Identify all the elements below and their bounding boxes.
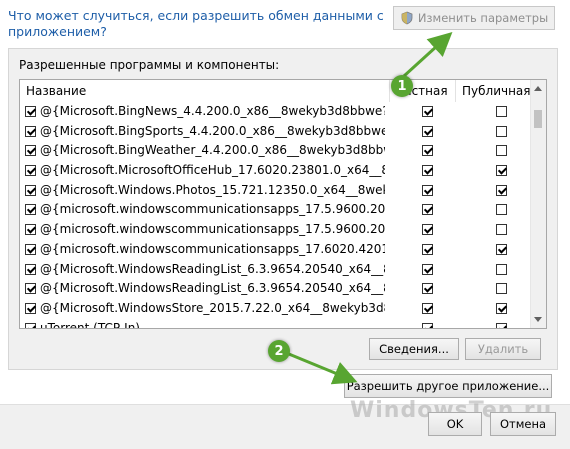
cancel-button[interactable]: Отмена <box>490 412 556 436</box>
list-item[interactable]: µTorrent (TCP-In) <box>20 319 532 329</box>
allow-another-app-button[interactable]: Разрешить другое приложение... <box>344 374 552 398</box>
app-name: @{Microsoft.WindowsStore_2015.7.22.0_x64… <box>40 300 385 315</box>
list-item[interactable]: @{microsoft.windowscommunicationsapps_17… <box>20 240 532 260</box>
step-badge-2: 2 <box>268 340 290 362</box>
enable-checkbox[interactable] <box>25 243 36 255</box>
public-checkbox[interactable] <box>496 243 507 255</box>
private-checkbox[interactable] <box>422 106 433 117</box>
public-checkbox[interactable] <box>496 106 507 117</box>
private-checkbox[interactable] <box>422 302 433 314</box>
allowed-apps-group: Разрешенные программы и компоненты: Назв… <box>8 48 558 370</box>
list-item[interactable]: @{Microsoft.BingWeather_4.4.200.0_x86__8… <box>20 141 532 161</box>
private-checkbox[interactable] <box>422 125 433 137</box>
enable-checkbox[interactable] <box>25 184 36 196</box>
app-name: @{microsoft.windowscommunicationsapps_17… <box>40 241 385 256</box>
app-name: @{Microsoft.BingSports_4.4.200.0_x86__8w… <box>40 123 385 138</box>
apps-rows: @{Microsoft.BingNews_4.4.200.0_x86__8wek… <box>20 102 532 329</box>
scroll-down-icon[interactable] <box>534 317 542 322</box>
app-name: @{Microsoft.WindowsReadingList_6.3.9654.… <box>40 261 385 276</box>
enable-checkbox[interactable] <box>25 125 36 137</box>
step-badge-1: 1 <box>391 75 413 97</box>
private-checkbox[interactable] <box>422 145 433 157</box>
private-checkbox[interactable] <box>422 184 433 196</box>
scroll-up-icon[interactable] <box>534 86 542 91</box>
app-name: @{microsoft.windowscommunicationsapps_17… <box>40 202 385 217</box>
public-checkbox[interactable] <box>496 145 507 157</box>
app-name: @{Microsoft.MicrosoftOfficeHub_17.6020.2… <box>40 163 385 178</box>
public-checkbox[interactable] <box>496 322 507 328</box>
shield-icon <box>401 11 413 25</box>
list-item[interactable]: @{Microsoft.BingSports_4.4.200.0_x86__8w… <box>20 122 532 142</box>
app-name: @{Microsoft.Windows.Photos_15.721.12350.… <box>40 182 385 197</box>
app-name: @{microsoft.windowscommunicationsapps_17… <box>40 222 385 237</box>
enable-checkbox[interactable] <box>25 165 36 177</box>
public-checkbox[interactable] <box>496 224 507 236</box>
enable-checkbox[interactable] <box>25 145 36 157</box>
column-header-public[interactable]: Публичная <box>456 80 532 102</box>
question-link[interactable]: Что может случиться, если разрешить обме… <box>8 8 388 40</box>
enable-checkbox[interactable] <box>25 322 36 328</box>
scroll-thumb[interactable] <box>534 110 542 128</box>
private-checkbox[interactable] <box>422 322 433 328</box>
list-item[interactable]: @{microsoft.windowscommunicationsapps_17… <box>20 200 532 220</box>
list-item[interactable]: @{Microsoft.BingNews_4.4.200.0_x86__8wek… <box>20 102 532 122</box>
private-checkbox[interactable] <box>422 243 433 255</box>
list-item[interactable]: @{Microsoft.WindowsReadingList_6.3.9654.… <box>20 279 532 299</box>
enable-checkbox[interactable] <box>25 106 36 117</box>
details-button[interactable]: Сведения... <box>369 338 459 360</box>
column-header-name[interactable]: Название <box>20 80 390 102</box>
change-settings-button[interactable]: Изменить параметры <box>393 6 555 30</box>
list-item[interactable]: @{Microsoft.WindowsReadingList_6.3.9654.… <box>20 260 532 280</box>
delete-button[interactable]: Удалить <box>465 338 541 360</box>
enable-checkbox[interactable] <box>25 283 36 295</box>
public-checkbox[interactable] <box>496 302 507 314</box>
private-checkbox[interactable] <box>422 263 433 275</box>
public-checkbox[interactable] <box>496 125 507 137</box>
list-item[interactable]: @{Microsoft.MicrosoftOfficeHub_17.6020.2… <box>20 161 532 181</box>
vertical-scrollbar[interactable] <box>530 80 546 328</box>
app-name: @{Microsoft.WindowsReadingList_6.3.9654.… <box>40 281 385 296</box>
enable-checkbox[interactable] <box>25 263 36 275</box>
private-checkbox[interactable] <box>422 204 433 216</box>
list-item[interactable]: @{microsoft.windowscommunicationsapps_17… <box>20 220 532 240</box>
apps-list[interactable]: Название Частная Публичная @{Microsoft.B… <box>19 79 547 329</box>
private-checkbox[interactable] <box>422 165 433 177</box>
app-name: @{Microsoft.BingNews_4.4.200.0_x86__8wek… <box>40 104 385 118</box>
enable-checkbox[interactable] <box>25 224 36 236</box>
public-checkbox[interactable] <box>496 165 507 177</box>
list-item[interactable]: @{Microsoft.WindowsStore_2015.7.22.0_x64… <box>20 299 532 319</box>
private-checkbox[interactable] <box>422 224 433 236</box>
change-settings-label: Изменить параметры <box>417 11 549 25</box>
list-item[interactable]: @{Microsoft.Windows.Photos_15.721.12350.… <box>20 181 532 201</box>
public-checkbox[interactable] <box>496 184 507 196</box>
public-checkbox[interactable] <box>496 204 507 216</box>
public-checkbox[interactable] <box>496 283 507 295</box>
public-checkbox[interactable] <box>496 263 507 275</box>
ok-button[interactable]: OK <box>428 412 482 436</box>
group-label: Разрешенные программы и компоненты: <box>19 58 280 72</box>
enable-checkbox[interactable] <box>25 302 36 314</box>
enable-checkbox[interactable] <box>25 204 36 216</box>
app-name: µTorrent (TCP-In) <box>40 320 140 329</box>
private-checkbox[interactable] <box>422 283 433 295</box>
app-name: @{Microsoft.BingWeather_4.4.200.0_x86__8… <box>40 143 385 158</box>
